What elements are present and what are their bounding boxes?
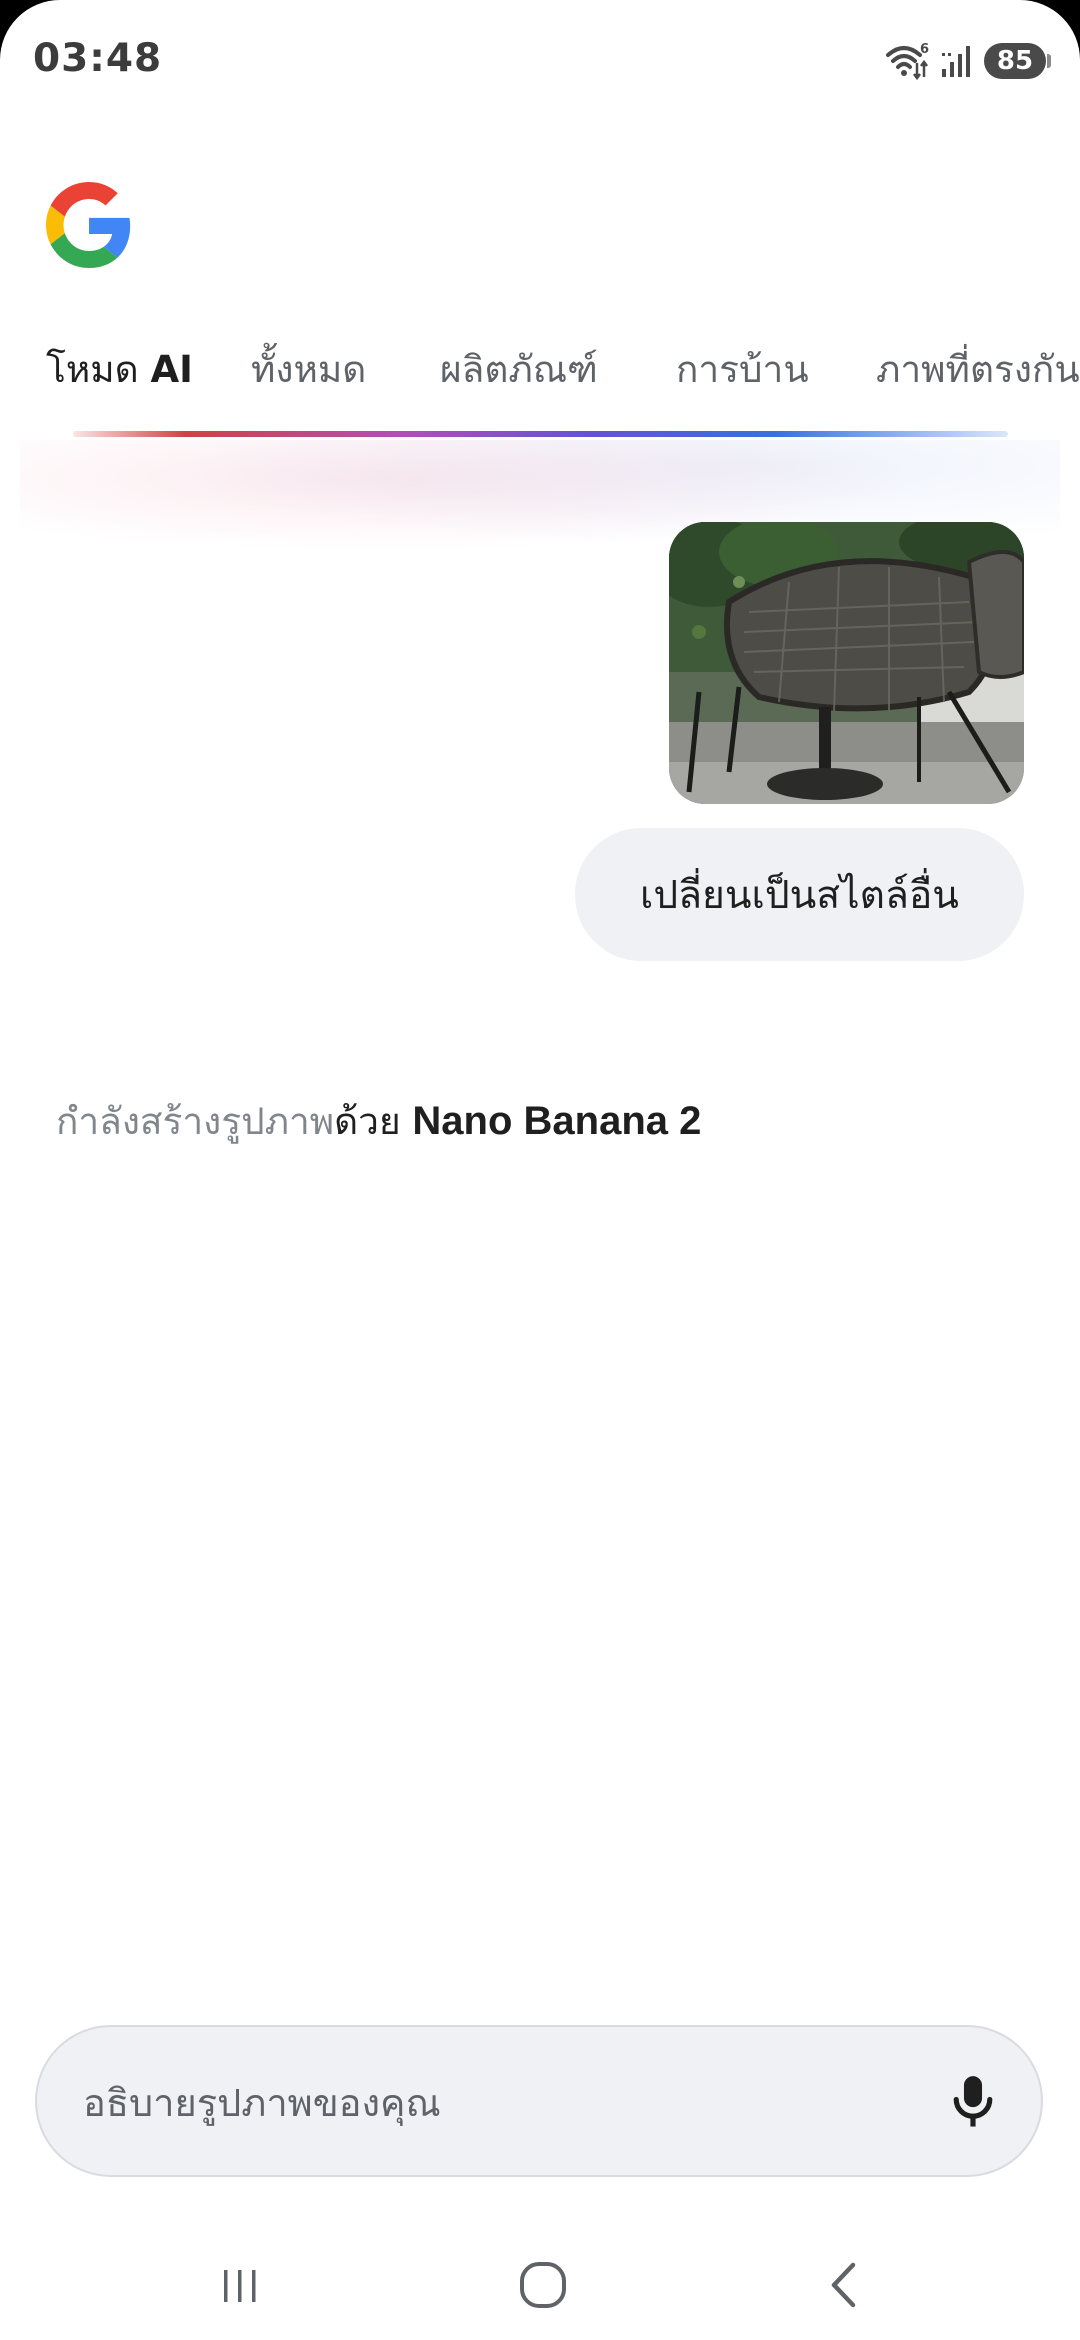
- prompt-input[interactable]: [81, 2067, 905, 2139]
- generation-status-middle: ด้วย: [334, 1100, 413, 1143]
- screen: 03:48 6 85 โหมด AI ทั้งหมด ผลิตภัณฑ์ การ…: [0, 0, 1080, 2340]
- tab-ai-mode[interactable]: โหมด AI: [46, 340, 193, 399]
- home-icon: [520, 2262, 566, 2308]
- tab-products[interactable]: ผลิตภัณฑ์: [440, 340, 598, 399]
- user-message-text: เปลี่ยนเป็นสไตล์อื่น: [640, 872, 959, 918]
- generation-status: กำลังสร้างรูปภาพด้วย Nano Banana 2: [56, 1092, 701, 1151]
- patio-wicker-chair-photo: [669, 522, 1024, 804]
- tab-homework[interactable]: การบ้าน: [676, 340, 809, 399]
- tab-ai-mode-latin: AI: [150, 348, 193, 391]
- user-message-bubble: เปลี่ยนเป็นสไตล์อื่น: [575, 828, 1024, 961]
- system-navigation-bar: [0, 2230, 1080, 2340]
- model-name: Nano Banana 2: [412, 1099, 702, 1143]
- recent-apps-button[interactable]: [195, 2250, 285, 2320]
- status-bar: 03:48 6 85: [0, 0, 1080, 110]
- status-icons: 6 85: [884, 38, 1051, 84]
- back-button[interactable]: [800, 2250, 890, 2320]
- battery-level: 85: [996, 46, 1034, 76]
- generation-status-prefix: กำลังสร้างรูปภาพ: [56, 1100, 335, 1143]
- user-uploaded-image[interactable]: [669, 522, 1024, 804]
- recent-apps-icon: [224, 2270, 256, 2302]
- wifi-badge: 6: [920, 42, 929, 57]
- tab-all[interactable]: ทั้งหมด: [251, 340, 366, 399]
- battery-indicator: 85: [984, 43, 1051, 79]
- signal-icon: [942, 46, 970, 77]
- home-button[interactable]: [498, 2250, 588, 2320]
- google-g-icon[interactable]: [46, 182, 132, 268]
- wifi-icon: 6: [886, 42, 929, 81]
- prompt-input-bar: [35, 2025, 1043, 2177]
- tab-visual-matches[interactable]: ภาพที่ตรงกัน: [876, 340, 1080, 399]
- tab-ai-mode-thai: โหมด: [46, 348, 151, 391]
- search-mode-tabs: โหมด AI ทั้งหมด ผลิตภัณฑ์ การบ้าน ภาพที่…: [0, 340, 1080, 400]
- status-time: 03:48: [33, 36, 163, 81]
- back-icon: [831, 2262, 856, 2308]
- microphone-icon[interactable]: [942, 2071, 1004, 2133]
- active-tab-indicator: [73, 431, 1008, 437]
